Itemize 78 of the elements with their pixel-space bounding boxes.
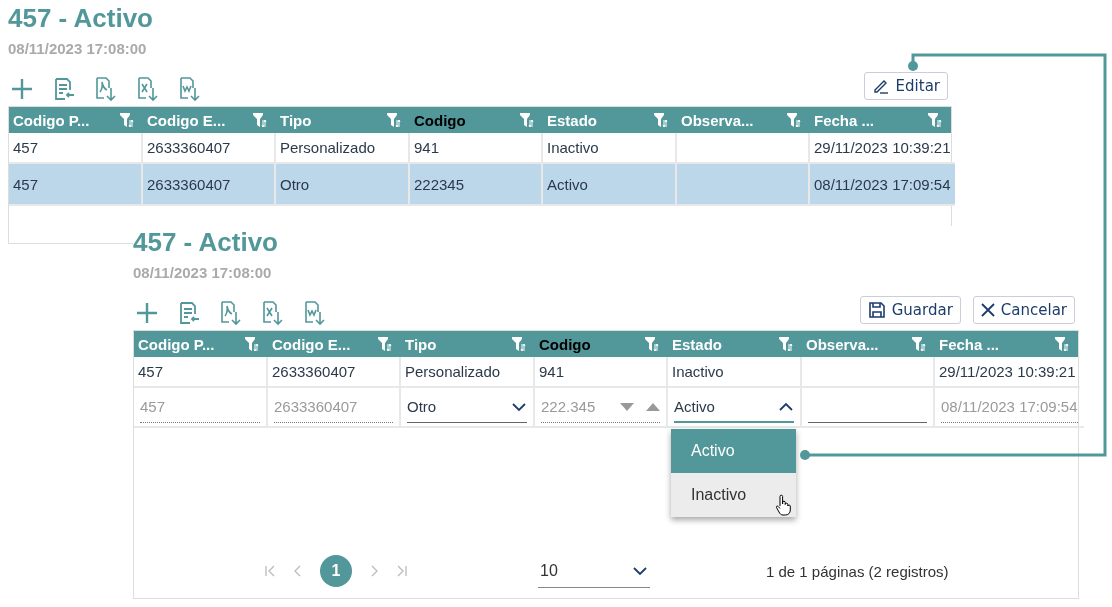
filter-icon[interactable]: [252, 112, 268, 128]
table-cell: Otro: [276, 164, 410, 206]
cancel-button[interactable]: Cancelar: [972, 296, 1075, 324]
add-icon[interactable]: [10, 77, 34, 101]
filter-icon[interactable]: [386, 112, 402, 128]
table-cell: 941: [535, 357, 668, 388]
select-field[interactable]: Otro: [407, 391, 527, 423]
number-field[interactable]: 222.345: [541, 391, 660, 423]
record-title: 457 - Activo: [8, 2, 154, 34]
column-header[interactable]: Fecha ...: [939, 335, 1000, 353]
hand-cursor-icon: [775, 494, 791, 516]
select-field[interactable]: Activo: [674, 391, 794, 423]
column-header[interactable]: Fecha ...: [814, 111, 875, 129]
chevron-up-icon[interactable]: [778, 401, 794, 411]
pagination-info: 1 de 1 páginas (2 registros): [766, 562, 949, 580]
decrement-icon[interactable]: [620, 402, 634, 411]
readonly-field: 2633360407: [274, 391, 393, 423]
filter-icon[interactable]: [119, 112, 135, 128]
record-title: 457 - Activo: [133, 226, 279, 258]
table-cell: 457: [9, 164, 143, 206]
filter-icon[interactable]: [644, 336, 660, 352]
increment-icon[interactable]: [646, 402, 660, 411]
word-download-icon[interactable]: [178, 76, 202, 102]
document-icon[interactable]: [177, 301, 201, 325]
page-size-select[interactable]: 10: [538, 554, 650, 588]
column-header[interactable]: Codigo E...: [272, 335, 351, 353]
table-cell: 2633360407: [143, 164, 276, 206]
table-cell: 2633360407: [268, 357, 401, 388]
filter-icon[interactable]: [778, 336, 794, 352]
column-header[interactable]: Tipo: [405, 335, 437, 353]
readonly-field: 457: [140, 391, 260, 423]
filter-icon[interactable]: [377, 336, 393, 352]
pdf-download-icon[interactable]: [219, 300, 243, 326]
excel-download-icon[interactable]: [261, 300, 285, 326]
dropdown-option[interactable]: Activo: [671, 429, 796, 473]
chevron-down-icon[interactable]: [511, 401, 527, 412]
filter-icon[interactable]: [927, 112, 943, 128]
close-icon: [980, 303, 995, 317]
column-header[interactable]: Codigo P...: [13, 111, 90, 129]
excel-download-icon[interactable]: [136, 76, 160, 102]
dropdown-option[interactable]: Inactivo: [671, 473, 796, 517]
column-header[interactable]: Codigo P...: [138, 335, 215, 353]
table-cell: Personalizado: [401, 357, 535, 388]
record-date: 08/11/2023 17:08:00: [8, 40, 148, 58]
page-button[interactable]: 1: [320, 555, 352, 587]
column-header[interactable]: Estado: [547, 111, 597, 129]
add-icon[interactable]: [135, 301, 159, 325]
document-icon[interactable]: [52, 77, 76, 101]
pdf-download-icon[interactable]: [94, 76, 118, 102]
column-header[interactable]: Codigo: [414, 111, 466, 129]
filter-icon[interactable]: [519, 112, 535, 128]
table-cell: 29/11/2023 10:39:21: [935, 357, 1080, 388]
column-header[interactable]: Codigo: [539, 335, 591, 353]
edit-button[interactable]: Editar: [863, 72, 948, 100]
table-cell: Inactivo: [668, 357, 802, 388]
filter-icon[interactable]: [244, 336, 260, 352]
first-page-icon[interactable]: [264, 565, 276, 577]
record-date: 08/11/2023 17:08:00: [133, 264, 273, 282]
table-cell: 222345: [410, 164, 543, 206]
column-header[interactable]: Observa...: [681, 111, 754, 129]
column-header[interactable]: Codigo E...: [147, 111, 226, 129]
table-cell: 457: [134, 357, 268, 388]
table-cell: Activo: [543, 164, 677, 206]
filter-icon[interactable]: [1054, 336, 1070, 352]
word-download-icon[interactable]: [303, 300, 327, 326]
column-header[interactable]: Tipo: [280, 111, 312, 129]
last-page-icon[interactable]: [396, 565, 408, 577]
save-icon: [867, 301, 886, 319]
filter-icon[interactable]: [911, 336, 927, 352]
chevron-down-icon[interactable]: [632, 565, 648, 576]
table-cell: 08/11/2023 17:09:54: [810, 164, 955, 206]
filter-icon[interactable]: [511, 336, 527, 352]
column-header[interactable]: Estado: [672, 335, 722, 353]
readonly-field: 08/11/2023 17:09:54: [941, 391, 1078, 423]
save-button[interactable]: Guardar: [859, 296, 961, 324]
column-header[interactable]: Observa...: [806, 335, 879, 353]
filter-icon[interactable]: [653, 112, 669, 128]
filter-icon[interactable]: [786, 112, 802, 128]
